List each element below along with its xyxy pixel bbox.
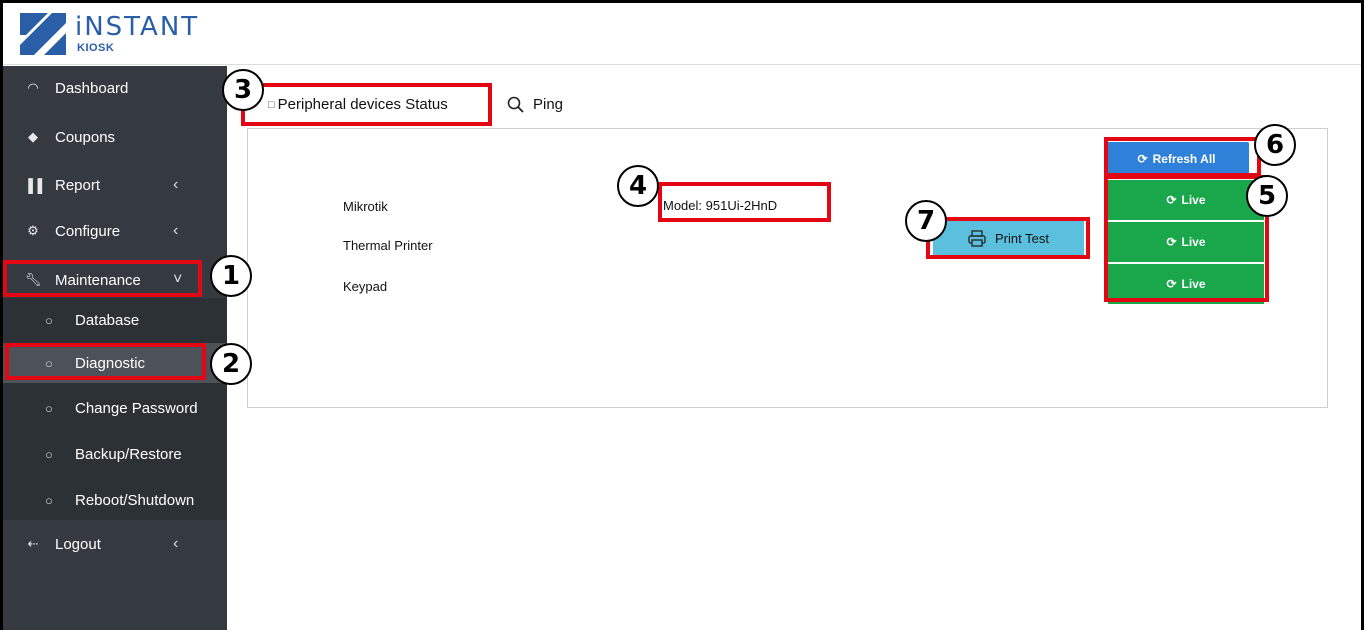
tag-icon: ◆	[28, 129, 38, 144]
gear-icon: ⚙	[27, 223, 39, 238]
sidebar-item-label: Logout	[55, 535, 101, 553]
top-bar: iNSTANT KIOSK	[3, 3, 1361, 65]
sidebar-subitem-label: Database	[75, 311, 140, 329]
sidebar-item-logout[interactable]: ⇠ Logout ‹	[3, 524, 227, 564]
highlight-maintenance	[3, 260, 202, 297]
sidebar-subitem-label: Backup/Restore	[75, 445, 182, 463]
callout-6: 6	[1254, 124, 1296, 166]
sidebar-subitem-reboot-shutdown[interactable]: ○ Reboot/Shutdown	[3, 480, 227, 520]
callout-2: 2	[210, 343, 252, 385]
highlight-live-buttons	[1104, 175, 1269, 302]
sidebar-item-label: Dashboard	[55, 79, 129, 97]
circle-icon: ○	[45, 446, 53, 462]
callout-5: 5	[1246, 175, 1288, 217]
sidebar-subitem-database[interactable]: ○ Database	[3, 300, 227, 340]
sidebar-subitem-label: Change Password	[75, 399, 198, 417]
sidebar-item-report[interactable]: ▐▐ Report ‹	[3, 165, 227, 205]
tab-label: Ping	[533, 96, 564, 113]
sidebar-item-label: Report	[55, 176, 101, 194]
highlight-model	[658, 182, 831, 222]
tab-ping[interactable]: Ping	[507, 96, 563, 113]
sidebar-item-configure[interactable]: ⚙ Configure ‹	[3, 211, 227, 251]
highlight-refresh-all	[1104, 137, 1261, 177]
device-name-mikrotik: Mikrotik	[343, 199, 388, 214]
highlight-print-test	[926, 217, 1090, 259]
logo-mark-icon	[20, 13, 66, 55]
callout-3: 3	[222, 69, 264, 111]
highlight-diagnostic	[5, 343, 206, 380]
chevron-left-icon: ‹	[173, 535, 179, 552]
circle-icon: ○	[45, 312, 53, 328]
callout-7: 7	[905, 200, 947, 242]
sidebar-subitem-label: Reboot/Shutdown	[75, 491, 195, 509]
logout-icon: ⇠	[27, 536, 39, 551]
device-name-keypad: Keypad	[343, 279, 388, 294]
sidebar-item-label: Coupons	[55, 128, 116, 146]
chevron-left-icon: ‹	[173, 176, 179, 193]
highlight-peripheral-tab	[241, 83, 492, 126]
circle-icon: ○	[45, 400, 53, 416]
gauge-icon: ◠	[27, 80, 39, 95]
sidebar-item-coupons[interactable]: ◆ Coupons	[3, 117, 227, 157]
circle-icon: ○	[45, 492, 53, 508]
chevron-left-icon: ‹	[173, 222, 179, 239]
device-name-thermal-printer: Thermal Printer	[343, 238, 433, 253]
sidebar-item-label: Configure	[55, 222, 121, 240]
brand-logo[interactable]: iNSTANT KIOSK	[18, 11, 197, 59]
brand-subname: KIOSK	[77, 42, 115, 54]
sidebar-subitem-backup-restore[interactable]: ○ Backup/Restore	[3, 434, 227, 474]
callout-4: 4	[617, 165, 659, 207]
brand-name: iNSTANT	[75, 12, 200, 42]
sidebar-item-dashboard[interactable]: ◠ Dashboard	[3, 68, 227, 108]
callout-1: 1	[210, 255, 252, 297]
search-icon	[507, 96, 524, 113]
sidebar-subitem-change-password[interactable]: ○ Change Password	[3, 388, 227, 428]
bar-chart-icon: ▐▐	[23, 177, 43, 193]
